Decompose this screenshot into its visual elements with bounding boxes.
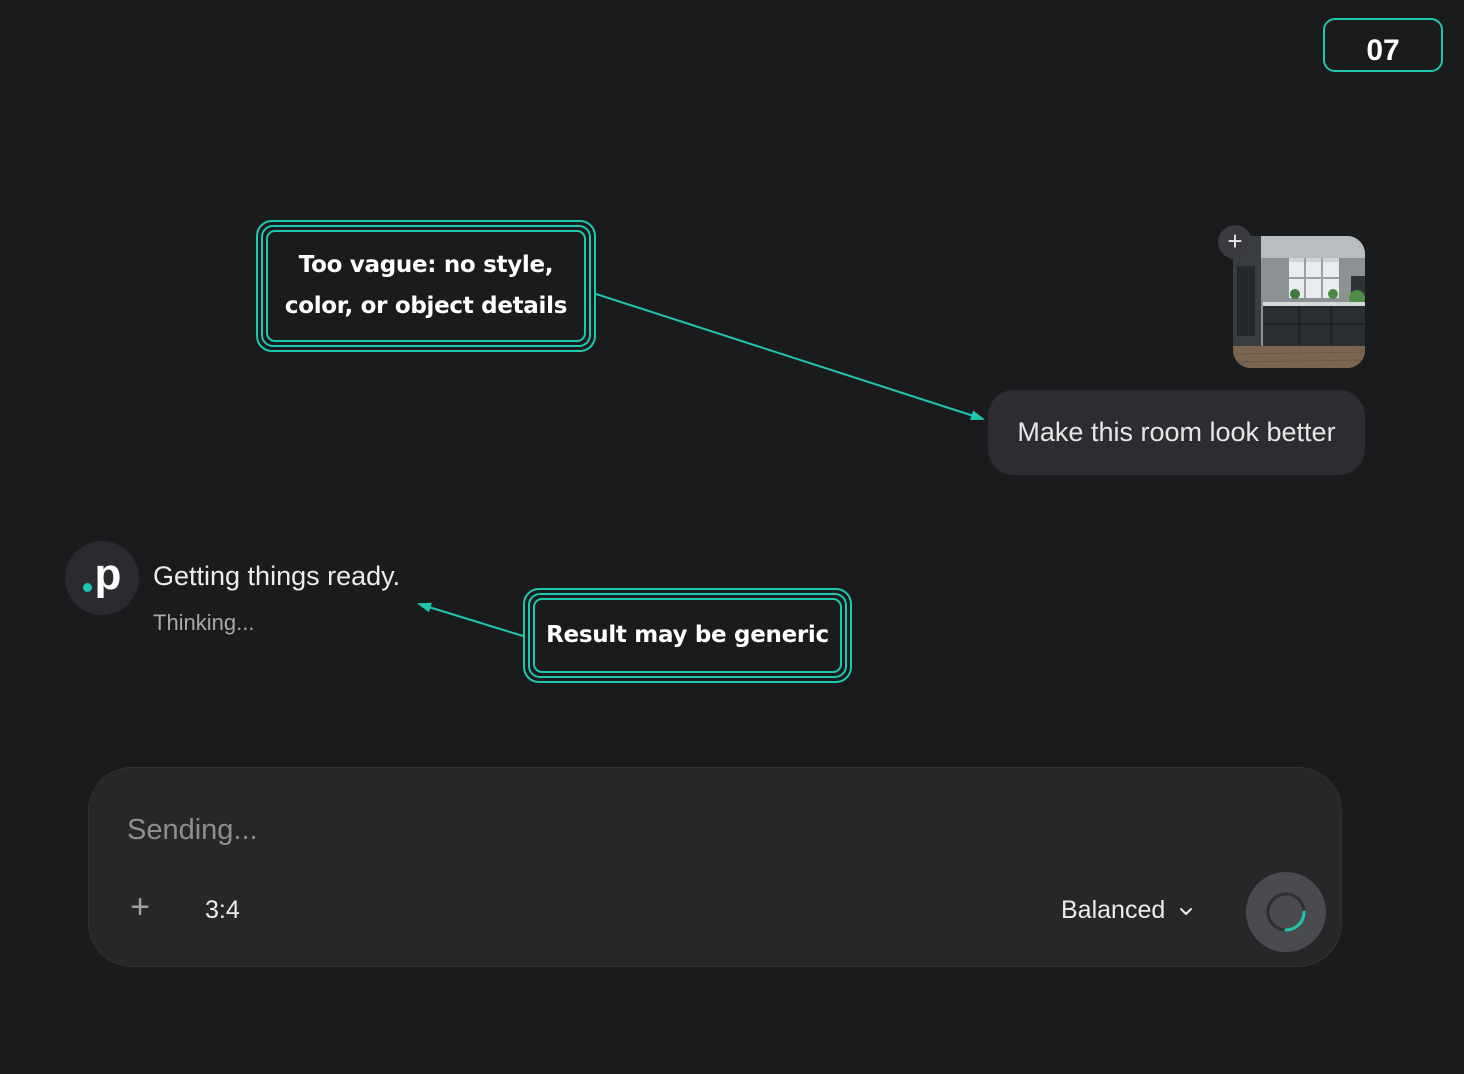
send-button[interactable] [1246,872,1326,952]
plus-icon: + [130,888,150,926]
assistant-thinking-text: Thinking... [153,610,255,635]
user-message-bubble: Make this room look better [988,390,1365,475]
annotation-vague-prompt: Too vague: no style, color, or object de… [256,220,596,352]
add-attachment-button[interactable]: + [125,890,155,924]
chevron-down-icon [1180,907,1193,915]
avatar-dot [82,582,92,592]
assistant-avatar: p [65,541,139,615]
assistant-status-text: Getting things ready. [153,561,401,591]
prompt-input[interactable] [127,814,1027,847]
plus-icon: + [1227,226,1243,256]
mode-label: Balanced [1061,896,1166,924]
arrow-vague-to-message [595,293,985,421]
mode-dropdown[interactable]: Balanced [1061,896,1195,925]
loading-spinner-icon [1266,892,1306,932]
annotation-vague-text: Too vague: no style, color, or object de… [266,230,586,342]
kitchen-photo [1233,236,1365,368]
avatar-letter: p [94,550,122,599]
attached-room-image[interactable] [1233,236,1365,368]
chat-page: 07 Too vague: no style, color, or object… [0,0,1464,1074]
message-composer: + 3:4 Balanced [88,767,1342,967]
annotation-generic-result: Result may be generic [523,588,852,683]
user-message-text: Make this room look better [1017,417,1336,447]
attachment-add-button[interactable]: + [1218,225,1252,259]
arrow-generic-to-status [417,602,524,637]
aspect-ratio-button[interactable]: 3:4 [205,896,240,925]
annotation-generic-text: Result may be generic [533,598,842,673]
step-badge: 07 [1323,18,1443,72]
